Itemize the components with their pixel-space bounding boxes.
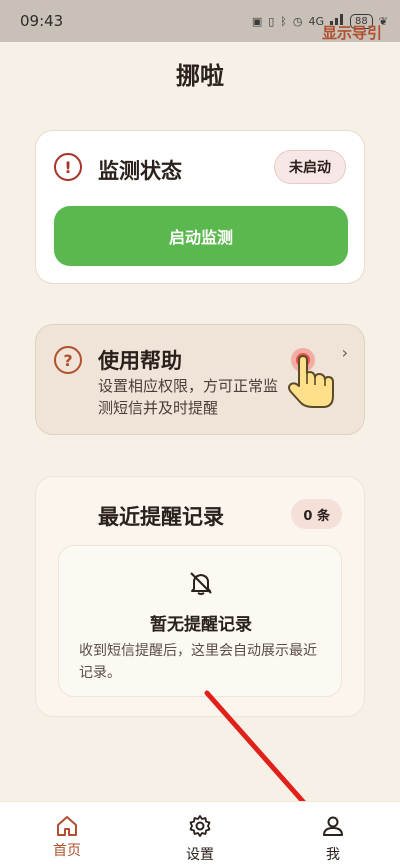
nav-home[interactable]: 首页 [17, 802, 117, 866]
home-icon [57, 816, 77, 836]
empty-state: 暂无提醒记录 收到短信提醒后，这里会自动展示最近记录。 [58, 545, 342, 697]
monitor-status-card: ! 监测状态 未启动 启动监测 [35, 130, 365, 284]
gear-icon [189, 815, 211, 837]
person-icon [323, 816, 343, 836]
help-title: 使用帮助 [98, 349, 182, 373]
nav-home-label: 首页 [53, 843, 81, 859]
bluetooth-icon: ᛒ [280, 14, 287, 28]
alarm-icon: ◷ [292, 14, 303, 28]
empty-state-title: 暂无提醒记录 [150, 615, 252, 635]
nfc-icon: ▣ [251, 14, 263, 28]
status-badge: 未启动 [274, 150, 346, 184]
status-time: 09:43 [20, 12, 64, 30]
monitor-status-title: 监测状态 [98, 159, 182, 183]
nav-me-label: 我 [326, 847, 340, 863]
bell-off-icon [190, 572, 212, 595]
nav-me[interactable]: 我 [283, 802, 383, 866]
bottom-nav: 首页 设置 我 [0, 801, 400, 866]
page-title: 挪啦 [176, 61, 224, 90]
empty-state-description: 收到短信提醒后，这里会自动展示最近记录。 [79, 643, 317, 681]
recent-records-card: 最近提醒记录 0 条 暂无提醒记录 收到短信提醒后，这里会自动展示最近记录。 [35, 476, 365, 717]
nav-settings-label: 设置 [186, 847, 214, 863]
vibrate-icon: ▯ [268, 14, 275, 28]
nav-settings[interactable]: 设置 [150, 802, 250, 866]
alert-icon: ! [54, 153, 82, 181]
records-count-badge: 0 条 [291, 499, 342, 529]
start-monitoring-button[interactable]: 启动监测 [54, 206, 348, 266]
records-title: 最近提醒记录 [98, 505, 224, 529]
show-guide-link[interactable]: 显示导引 [322, 22, 382, 43]
app-header: 挪啦 [0, 42, 400, 104]
pointing-hand-icon [288, 348, 334, 408]
help-icon: ? [54, 346, 82, 374]
help-card[interactable]: ? 使用帮助 设置相应权限，方可正常监测短信并及时提醒 › [35, 324, 365, 435]
help-description: 设置相应权限，方可正常监测短信并及时提醒 [98, 377, 279, 417]
chevron-right-icon: › [341, 343, 348, 362]
